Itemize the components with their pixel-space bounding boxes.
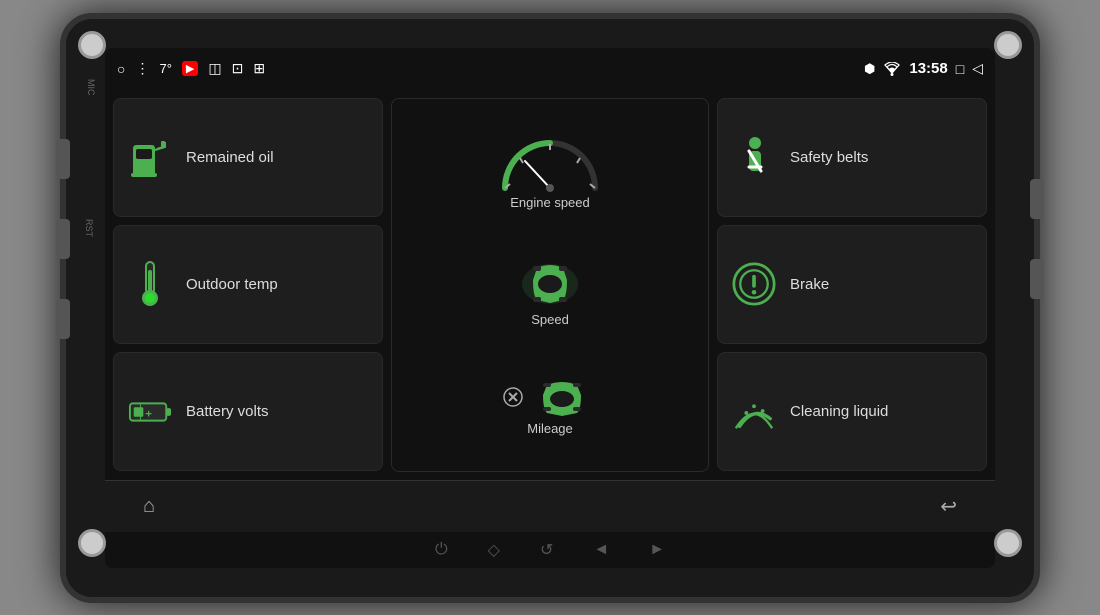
brake-label: Brake [790,276,829,293]
back-button[interactable]: ↩ [932,486,965,527]
circle-icon: ○ [117,61,125,77]
wifi-icon [883,62,901,76]
safety-belts-tile[interactable]: Safety belts [717,98,987,217]
back-nav-icon[interactable]: ◁ [972,60,983,77]
center-panel[interactable]: Engine speed [391,98,709,472]
mic-label: MIC [86,79,96,96]
status-bar: ○ ⋮ 7° ▶ ◫ ⊡ ⊞ ⬢ 13:58 □ ◁ [105,48,995,90]
engine-speed-label: Engine speed [510,195,590,210]
power-button[interactable]: ⏻ [435,541,448,559]
mileage-car-icon [527,375,597,419]
outdoor-temp-label: Outdoor temp [186,276,278,293]
main-content: Remained oil Outdoor temp [105,90,995,480]
home-phys-button[interactable]: ◇ [488,540,500,560]
cleaning-liquid-label: Cleaning liquid [790,403,888,420]
battery-icon: - + [128,390,172,434]
menu-icon: ⋮ [135,60,149,77]
mileage-section: Mileage [503,375,597,436]
screen: ○ ⋮ 7° ▶ ◫ ⊡ ⊞ ⬢ 13:58 □ ◁ [105,48,995,568]
wiper-icon [732,390,776,434]
speedometer-gauge-icon [495,133,605,193]
engine-speed-section: Engine speed [495,133,605,210]
brake-icon [732,262,776,306]
speed-label: Speed [531,312,569,327]
center-column: Engine speed [391,98,709,472]
svg-text:-: - [134,409,138,421]
thermometer-icon [128,262,172,306]
remained-oil-label: Remained oil [186,149,274,166]
seatbelt-icon [732,135,776,179]
temperature-display: 7° [159,61,171,76]
mileage-label: Mileage [527,421,573,436]
brake-tile[interactable]: Brake [717,225,987,344]
vol-up-button[interactable]: ► [649,541,665,559]
side-button-left-top[interactable] [56,139,70,179]
side-button-right-top[interactable] [1030,179,1044,219]
rst-label: RST [84,219,94,237]
outdoor-temp-tile[interactable]: Outdoor temp [113,225,383,344]
safety-belts-label: Safety belts [790,149,868,166]
cam2-icon: ⊡ [232,60,244,77]
square-icon: □ [956,61,964,77]
speed-car-icon [515,258,585,310]
cleaning-liquid-tile[interactable]: Cleaning liquid [717,352,987,471]
fuel-icon [128,135,172,179]
side-button-right-bot[interactable] [1030,259,1044,299]
battery-volts-tile[interactable]: - + Battery volts [113,352,383,471]
screw-br [994,529,1022,557]
cam1-icon: ◫ [208,60,221,77]
warning-x-icon [503,387,523,407]
screw-bl [78,529,106,557]
bottom-nav-bar: ⌂ ↩ [105,480,995,532]
physical-buttons-bar: ⏻ ◇ ↺ ◄ ► [105,532,995,568]
side-button-left-bot[interactable] [56,299,70,339]
bluetooth-icon: ⬢ [864,61,875,77]
time-display: 13:58 [909,60,947,77]
vol-down-button[interactable]: ◄ [593,541,609,559]
speed-section: Speed [515,258,585,327]
svg-text:+: + [145,409,152,421]
screw-tr [994,31,1022,59]
cam3-icon: ⊞ [253,60,265,77]
back-phys-button[interactable]: ↺ [540,540,553,560]
battery-volts-label: Battery volts [186,403,269,420]
screw-tl [78,31,106,59]
youtube-icon[interactable]: ▶ [182,61,198,76]
home-button[interactable]: ⌂ [135,487,163,526]
right-column: Safety belts [717,98,987,472]
left-column: Remained oil Outdoor temp [113,98,383,472]
side-button-left-mid[interactable] [56,219,70,259]
device-body: MIC RST ○ ⋮ 7° ▶ ◫ ⊡ ⊞ ⬢ [60,13,1040,603]
remained-oil-tile[interactable]: Remained oil [113,98,383,217]
